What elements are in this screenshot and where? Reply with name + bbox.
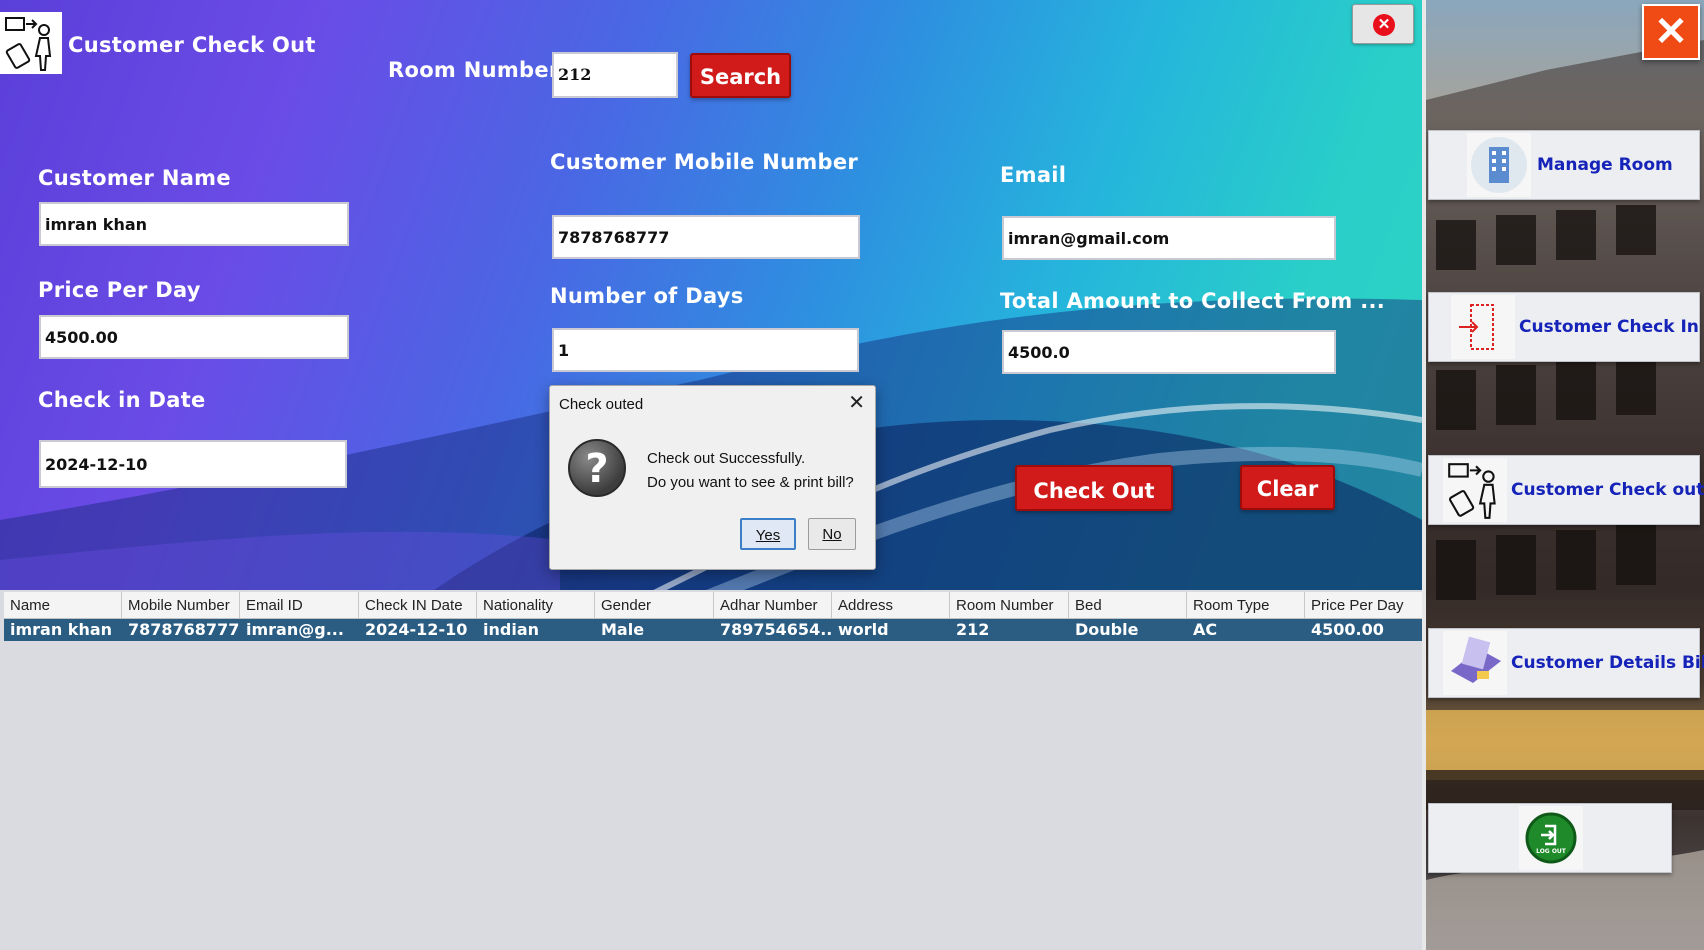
page-title: Customer Check Out <box>68 33 316 57</box>
table-cell: 2024-12-10 <box>365 620 468 639</box>
table-cell: AC <box>1193 620 1218 639</box>
sidebar-item-customer-details-bill[interactable]: Customer Details Bill <box>1428 628 1704 698</box>
table-cell: indian <box>483 620 539 639</box>
mobile-number-label: Customer Mobile Number <box>550 150 859 174</box>
room-number-input[interactable]: 212 <box>552 52 678 98</box>
search-button[interactable]: Search <box>690 53 791 98</box>
email-label: Email <box>1000 163 1067 187</box>
number-of-days-field[interactable]: 1 <box>552 328 859 372</box>
table-cell: world <box>838 620 889 639</box>
mobile-number-field[interactable]: 7878768777 <box>552 215 860 259</box>
sidebar-item-manage-room[interactable]: Manage Room <box>1428 130 1700 200</box>
sidebar-item-label: Manage Room <box>1537 155 1673 175</box>
room-number-label: Room Number <box>388 58 560 82</box>
luggage-checkout-icon <box>1443 458 1507 522</box>
table-cell: 4500.00 <box>1311 620 1384 639</box>
column-header[interactable]: Name <box>4 592 122 618</box>
column-header[interactable]: Nationality <box>477 592 595 618</box>
table-area-background <box>0 590 1422 950</box>
logout-icon: LOG OUT <box>1519 806 1583 870</box>
checkin-date-label: Check in Date <box>38 388 206 412</box>
email-field[interactable]: imran@gmail.com <box>1002 216 1336 260</box>
table-cell: Male <box>601 620 645 639</box>
customer-name-field[interactable]: imran khan <box>39 202 349 246</box>
sidebar-item-label: Customer Details Bill <box>1511 653 1704 673</box>
column-header[interactable]: Check IN Date <box>359 592 477 618</box>
dialog-message-line2: Do you want to see & print bill? <box>647 474 854 491</box>
sidebar-item-label: Customer Check In <box>1519 317 1699 337</box>
checkin-date-field[interactable]: 2024-12-10 <box>39 440 347 488</box>
column-header[interactable]: Bed <box>1069 592 1187 618</box>
clear-button[interactable]: Clear <box>1240 465 1335 510</box>
close-app-button[interactable]: ✕ <box>1642 4 1700 60</box>
sidebar: ✕ Manage Room Customer Check In Customer… <box>1426 0 1704 950</box>
customer-name-label: Customer Name <box>38 166 231 190</box>
table-cell: Double <box>1075 620 1139 639</box>
column-header[interactable]: Email ID <box>240 592 359 618</box>
table-cell: imran khan <box>10 620 113 639</box>
sidebar-item-label: Customer Check out <box>1511 480 1704 500</box>
sidebar-item-customer-check-in[interactable]: Customer Check In <box>1428 292 1700 362</box>
dialog-no-button[interactable]: No <box>808 518 856 550</box>
dialog-yes-button[interactable]: Yes <box>740 518 796 550</box>
close-window-button[interactable]: ✕ <box>1352 4 1414 44</box>
customer-table[interactable]: Name Mobile Number Email ID Check IN Dat… <box>4 592 1422 641</box>
question-icon: ? <box>568 439 626 497</box>
price-per-day-field[interactable]: 4500.00 <box>39 315 349 359</box>
table-cell: imran@g... <box>246 620 344 639</box>
bill-icon <box>1443 631 1507 695</box>
column-header[interactable]: Address <box>832 592 950 618</box>
luggage-checkout-icon <box>0 12 62 74</box>
door-checkin-icon <box>1451 295 1515 359</box>
column-header[interactable]: Mobile Number <box>122 592 240 618</box>
table-header: Name Mobile Number Email ID Check IN Dat… <box>4 592 1422 619</box>
logout-button[interactable]: LOG OUT <box>1428 803 1672 873</box>
column-header[interactable]: Gender <box>595 592 714 618</box>
check-out-button[interactable]: Check Out <box>1015 465 1173 511</box>
total-amount-label: Total Amount to Collect From ... <box>1000 289 1386 313</box>
column-header[interactable]: Price Per Day <box>1305 592 1422 618</box>
logout-icon-text: LOG OUT <box>1536 848 1567 855</box>
total-amount-field[interactable]: 4500.0 <box>1002 330 1336 374</box>
table-cell: 7878768777 <box>128 620 240 639</box>
dialog-message-line1: Check out Successfully. <box>647 450 806 467</box>
confirm-dialog[interactable]: Check outed ✕ ? Check out Successfully. … <box>549 385 876 570</box>
column-header[interactable]: Room Number <box>950 592 1069 618</box>
table-cell: 212 <box>956 620 990 639</box>
close-icon: ✕ <box>1373 14 1395 36</box>
table-row[interactable]: imran khan 7878768777 imran@g... 2024-12… <box>4 619 1422 641</box>
table-cell: 789754654... <box>720 620 832 639</box>
building-icon <box>1467 133 1531 197</box>
column-header[interactable]: Adhar Number <box>714 592 832 618</box>
column-header[interactable]: Room Type <box>1187 592 1305 618</box>
sidebar-item-customer-check-out[interactable]: Customer Check out <box>1428 455 1704 525</box>
checkout-panel: Customer Check Out Room Number 212 Searc… <box>0 0 1422 950</box>
dialog-title: Check outed <box>559 396 644 413</box>
price-per-day-label: Price Per Day <box>38 278 201 302</box>
number-of-days-label: Number of Days <box>550 284 744 308</box>
dialog-close-icon[interactable]: ✕ <box>848 390 865 415</box>
